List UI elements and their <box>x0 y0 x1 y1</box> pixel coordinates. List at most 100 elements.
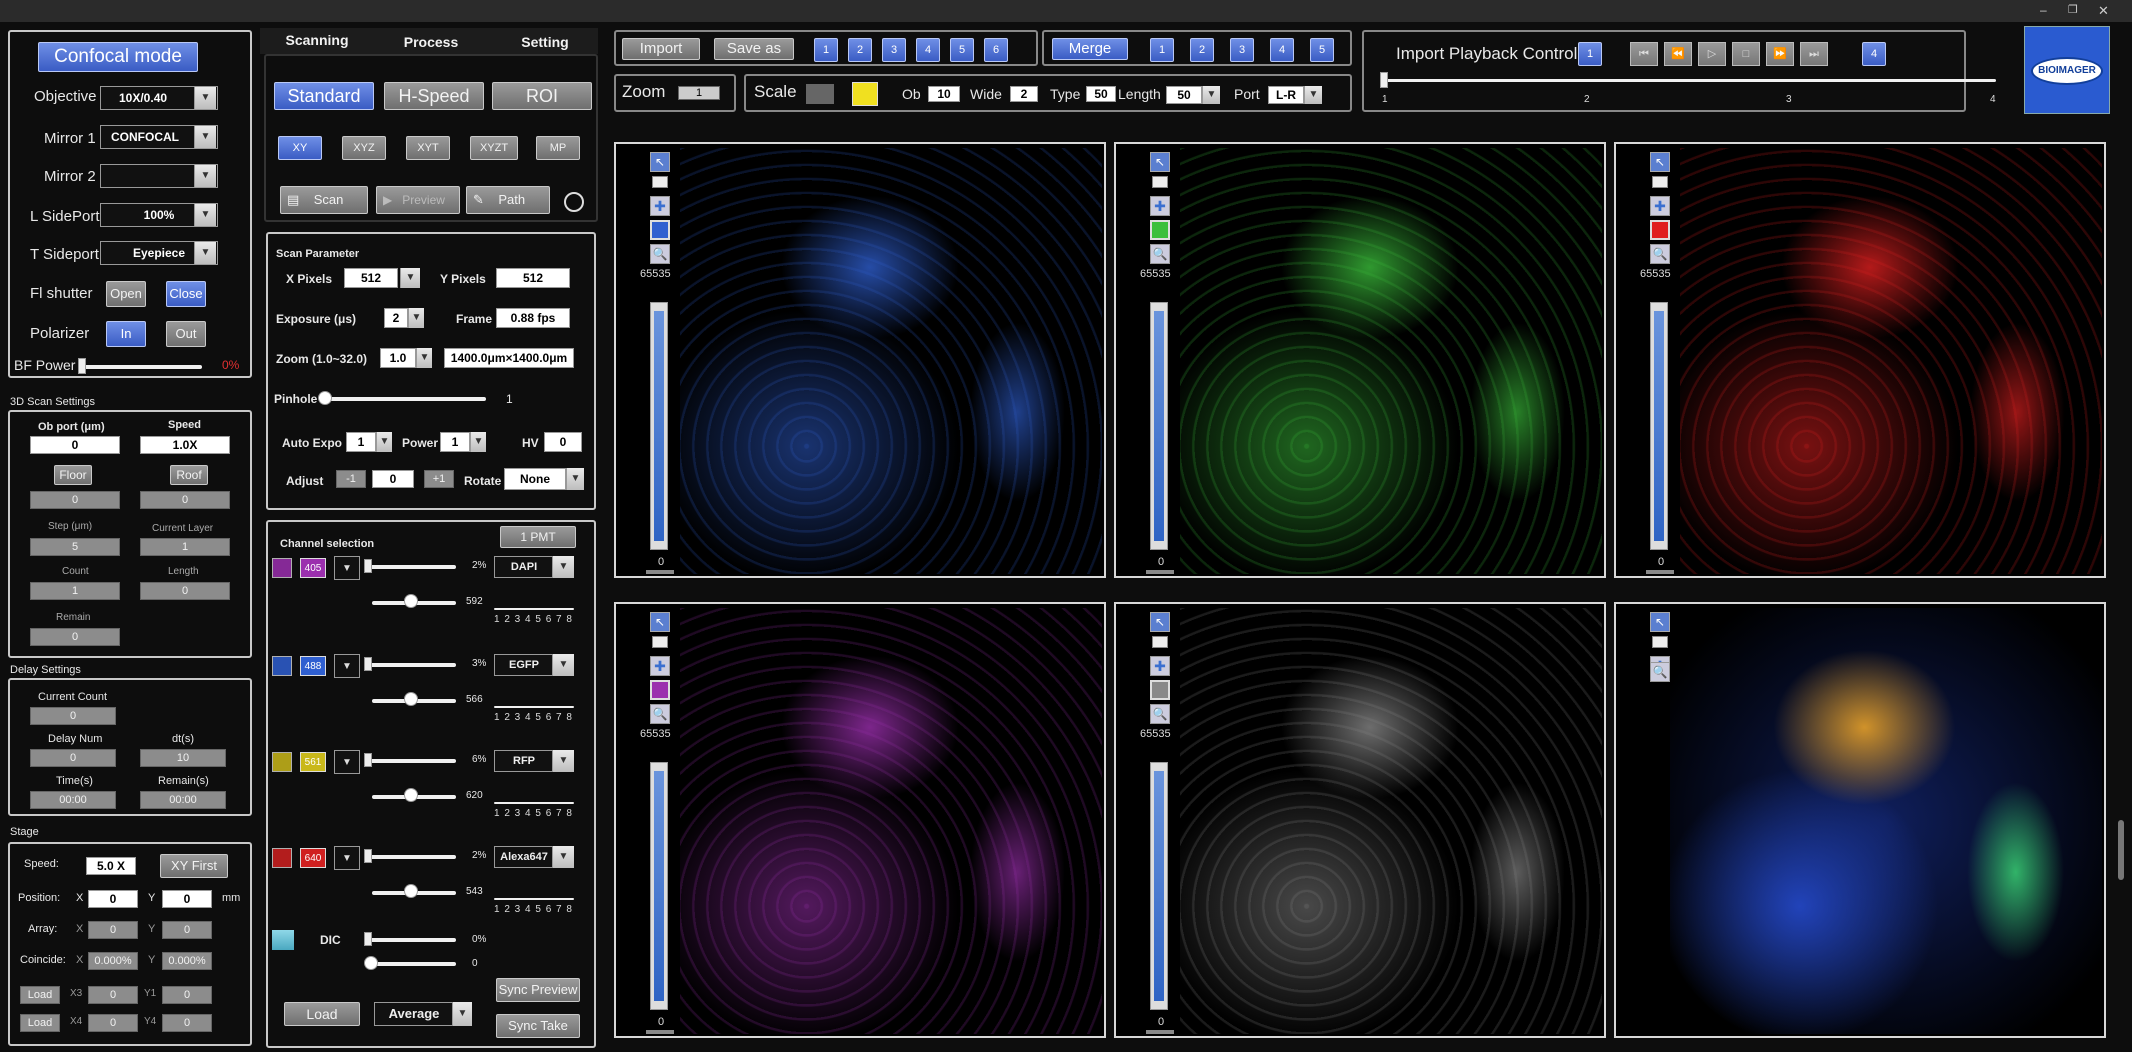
add-icon[interactable]: ✚ <box>1150 196 1170 216</box>
add-icon[interactable]: ✚ <box>1150 656 1170 676</box>
lut-range-handle[interactable] <box>1654 311 1664 541</box>
lut-scroll-bottom[interactable] <box>1646 570 1674 574</box>
image-view[interactable]: ↖ ✚ 🔍 65535 0 <box>614 142 1106 578</box>
image-view[interactable]: ↖ ✚ 🔍 65535 0 <box>1114 602 1606 1038</box>
channel-wavelength[interactable]: 561 <box>300 752 326 772</box>
chevron-down-icon[interactable]: ▼ <box>416 348 432 368</box>
channel-laser-handle[interactable] <box>364 657 372 671</box>
select-box-icon[interactable] <box>1152 636 1168 648</box>
bfpower-slider[interactable] <box>80 365 202 369</box>
chevron-down-icon[interactable]: ▼ <box>566 468 584 490</box>
import-slot-button[interactable]: 6 <box>984 38 1008 62</box>
length-top-input[interactable]: 50 <box>1166 86 1202 104</box>
chevron-down-icon[interactable]: ▼ <box>552 654 574 676</box>
scan-button[interactable]: ▤ Scan <box>280 186 368 214</box>
stop-icon[interactable]: □ <box>1732 42 1760 66</box>
delaynum-input[interactable]: 0 <box>30 749 116 767</box>
adjust-minus-button[interactable]: -1 <box>336 470 366 488</box>
merge-slot-button[interactable]: 1 <box>1150 38 1174 62</box>
import-slot-button[interactable]: 4 <box>916 38 940 62</box>
chevron-down-icon[interactable]: ▼ <box>376 432 392 452</box>
merge-slot-button[interactable]: 5 <box>1310 38 1334 62</box>
pos-x-input[interactable]: 0 <box>88 890 138 908</box>
import-button[interactable]: Import <box>622 38 700 60</box>
scanmode-xyz[interactable]: XYZ <box>342 136 386 160</box>
tab-scanning[interactable]: Scanning <box>262 32 372 48</box>
channel-laser-handle[interactable] <box>364 849 372 863</box>
tab-process[interactable]: Process <box>376 34 486 50</box>
scanmode-xy[interactable]: XY <box>278 136 322 160</box>
pmt-button[interactable]: 1 PMT <box>500 526 576 548</box>
average-select[interactable]: Average <box>374 1002 454 1026</box>
playback-end-button[interactable]: 4 <box>1862 42 1886 66</box>
dic-handle[interactable] <box>364 932 372 946</box>
step-forward-icon[interactable]: ⏩ <box>1766 42 1794 66</box>
chevron-down-icon[interactable]: ▼ <box>552 556 574 578</box>
standard-mode-button[interactable]: Standard <box>274 82 374 110</box>
merge-slot-button[interactable]: 4 <box>1270 38 1294 62</box>
floor-button[interactable]: Floor <box>54 465 92 485</box>
channel-laser-handle[interactable] <box>364 753 372 767</box>
add-icon[interactable]: ✚ <box>650 656 670 676</box>
adjust-input[interactable]: 0 <box>372 470 414 488</box>
xy-first-button[interactable]: XY First <box>160 854 228 878</box>
channel-color-swatch[interactable] <box>650 680 670 700</box>
rotate-select[interactable]: None <box>504 468 566 490</box>
chevron-down-icon[interactable]: ▼ <box>194 87 216 109</box>
channel-offset-slider[interactable] <box>494 802 574 804</box>
channel-laser-slider[interactable] <box>366 663 456 667</box>
confocal-mode-button[interactable]: Confocal mode <box>38 42 198 72</box>
channel-color-swatch[interactable] <box>650 220 670 240</box>
chevron-down-icon[interactable]: ▼ <box>194 204 216 226</box>
autoexpo-input[interactable]: 1 <box>346 432 376 452</box>
lut-scroll-bottom[interactable] <box>646 1030 674 1034</box>
roi-mode-button[interactable]: ROI <box>492 82 592 110</box>
magnify-icon[interactable]: 🔍 <box>650 244 670 264</box>
merge-button[interactable]: Merge <box>1052 38 1128 60</box>
playback-handle[interactable] <box>1380 72 1388 88</box>
lut-range-slider[interactable] <box>1150 302 1168 550</box>
dic-toggle[interactable] <box>272 930 294 950</box>
play-icon[interactable]: ▷ <box>1698 42 1726 66</box>
pinhole-slider[interactable] <box>322 397 486 401</box>
shutter-open-button[interactable]: Open <box>106 281 146 307</box>
stage-speed-input[interactable]: 5.0 X <box>86 857 136 875</box>
preview-button[interactable]: ▶ Preview <box>376 186 460 214</box>
step-input[interactable]: 5 <box>30 538 120 556</box>
lut-range-handle[interactable] <box>654 311 664 541</box>
shutter-close-button[interactable]: Close <box>166 281 206 307</box>
lut-range-handle[interactable] <box>1154 771 1164 1001</box>
close-icon[interactable]: ✕ <box>2098 3 2112 18</box>
chevron-down-icon[interactable]: ▼ <box>552 750 574 772</box>
obport-input[interactable]: 0 <box>30 436 120 454</box>
import-slot-button[interactable]: 2 <box>848 38 872 62</box>
select-box-icon[interactable] <box>1652 636 1668 648</box>
import-slot-button[interactable]: 1 <box>814 38 838 62</box>
magnify-icon[interactable]: 🔍 <box>1650 662 1670 682</box>
zoom-param-input[interactable]: 1.0 <box>380 348 416 368</box>
channel-laser-slider[interactable] <box>366 759 456 763</box>
chevron-down-icon[interactable]: ▼ <box>552 846 574 868</box>
pointer-tool-icon[interactable]: ↖ <box>1650 152 1670 172</box>
select-box-icon[interactable] <box>1152 176 1168 188</box>
dic-sub-handle[interactable] <box>364 956 378 970</box>
path-button[interactable]: ✎ Path <box>466 186 550 214</box>
pointer-tool-icon[interactable]: ↖ <box>650 152 670 172</box>
load2-button[interactable]: Load <box>20 1014 60 1032</box>
sync-take-button[interactable]: Sync Take <box>496 1014 580 1038</box>
lut-scroll-bottom[interactable] <box>1146 570 1174 574</box>
magnify-icon[interactable]: 🔍 <box>1650 244 1670 264</box>
chevron-down-icon[interactable]: ▼ <box>194 242 216 264</box>
pinhole-handle[interactable] <box>318 391 332 405</box>
pos-y-input[interactable]: 0 <box>162 890 212 908</box>
chevron-down-icon[interactable]: ▼ <box>334 750 360 774</box>
channel-color-swatch[interactable] <box>1150 680 1170 700</box>
load-button[interactable]: Load <box>284 1002 360 1026</box>
channel-gain-handle[interactable] <box>404 692 418 706</box>
playback-slider[interactable] <box>1384 79 1996 82</box>
step-back-icon[interactable]: ⏪ <box>1664 42 1692 66</box>
pointer-tool-icon[interactable]: ↖ <box>650 612 670 632</box>
channel-dye-select[interactable]: Alexa647 <box>494 846 554 868</box>
wide-input[interactable]: 2 <box>1010 86 1038 102</box>
chevron-down-icon[interactable]: ▼ <box>408 308 424 328</box>
